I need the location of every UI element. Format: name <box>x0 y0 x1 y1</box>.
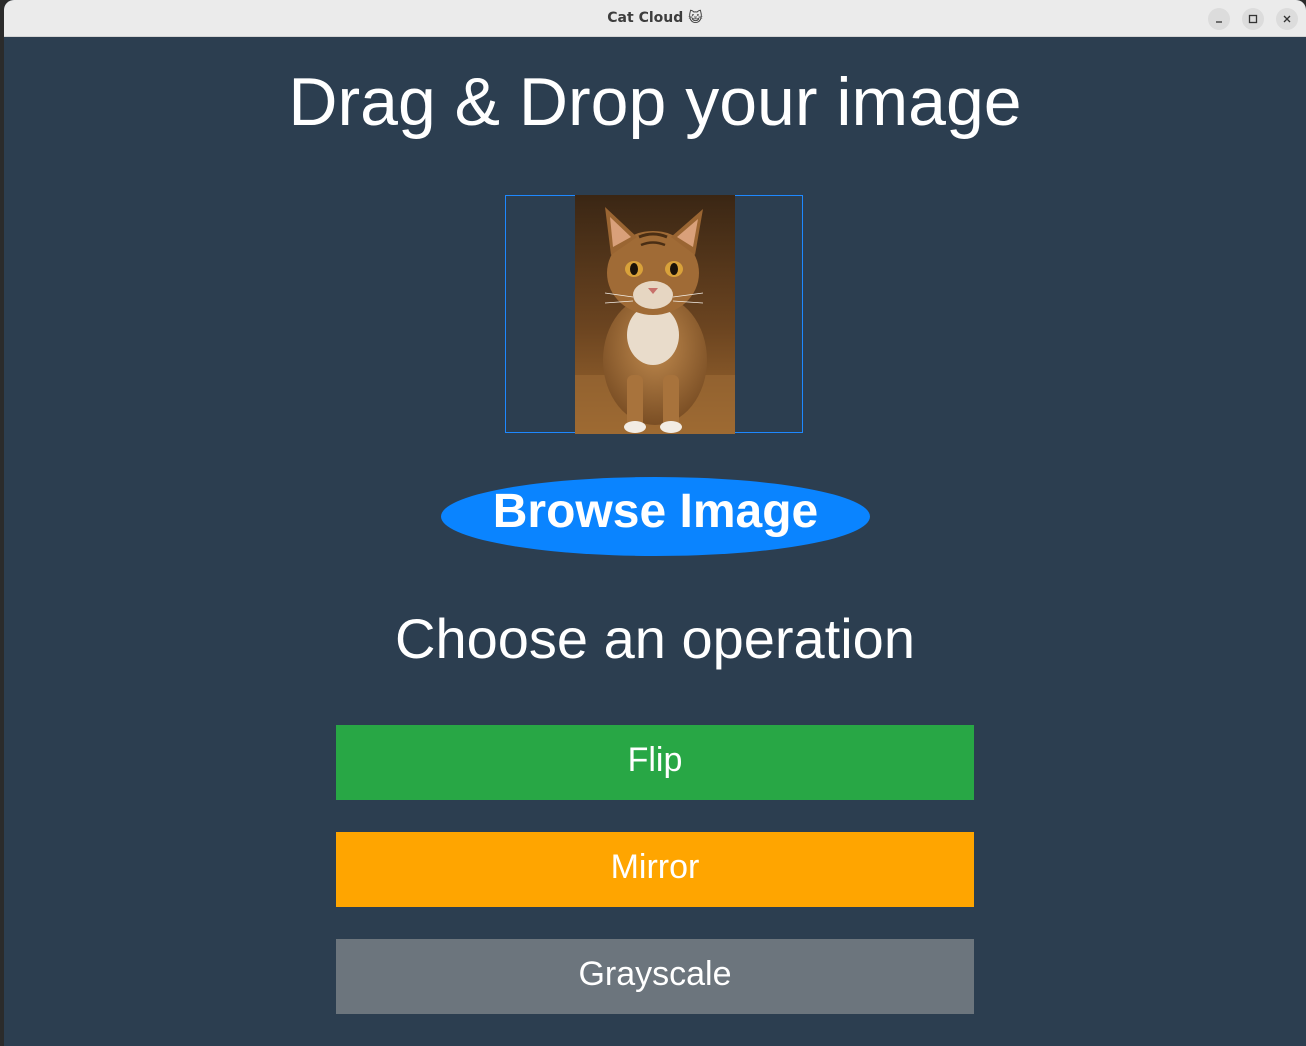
minimize-button[interactable] <box>1208 8 1230 30</box>
close-icon <box>1283 15 1291 23</box>
flip-button[interactable]: Flip <box>336 725 974 800</box>
window-title: Cat Cloud 😺 <box>607 10 703 26</box>
operations-heading: Choose an operation <box>395 607 915 670</box>
page-title: Drag & Drop your image <box>288 64 1022 140</box>
app-window: Cat Cloud 😺 Drag & Drop your image Brows… <box>4 0 1306 1046</box>
title-bar: Cat Cloud 😺 <box>4 0 1306 37</box>
close-button[interactable] <box>1276 8 1298 30</box>
browse-image-button[interactable]: Browse Image <box>441 477 870 556</box>
mirror-button[interactable]: Mirror <box>336 832 974 907</box>
grayscale-button[interactable]: Grayscale <box>336 939 974 1014</box>
cat-preview-image <box>575 195 735 434</box>
minimize-icon <box>1216 21 1222 23</box>
maximize-button[interactable] <box>1242 8 1264 30</box>
maximize-icon <box>1248 14 1258 24</box>
